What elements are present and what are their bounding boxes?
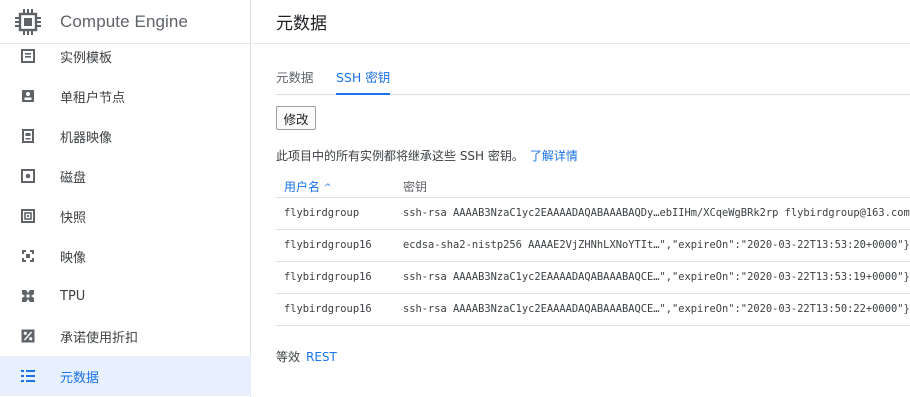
table-header: 用户名 ^ 密钥 xyxy=(276,174,910,198)
key-cell: ecdsa-sha2-nistp256 AAAAE2VjZHNhLXNoYTIt… xyxy=(403,239,910,251)
product-title: Compute Engine xyxy=(60,11,189,31)
percent-icon xyxy=(20,328,36,344)
sidebar-item-label: 承诺使用折扣 xyxy=(60,330,139,346)
metadata-list-icon xyxy=(20,368,36,384)
sidebar-item-metadata[interactable]: 元数据 xyxy=(0,356,251,396)
table-row: flybirdgroup16 ecdsa-sha2-nistp256 AAAAE… xyxy=(276,230,910,262)
edit-button[interactable]: 修改 xyxy=(276,106,316,130)
disk-icon xyxy=(20,168,36,184)
column-header-key: 密钥 xyxy=(403,180,428,194)
tab-bar: 元数据 SSH 密钥 xyxy=(276,62,910,95)
sidebar-item-sole-tenant-nodes[interactable]: 单租户节点 xyxy=(0,76,251,116)
key-cell: ssh-rsa AAAAB3NzaC1yc2EAAAADAQABAAABAQCE… xyxy=(403,303,910,315)
page-header: 元数据 xyxy=(252,0,910,44)
page-title: 元数据 xyxy=(276,14,327,34)
column-header-username[interactable]: 用户名 ^ xyxy=(284,178,332,195)
ssh-keys-table: 用户名 ^ 密钥 flybirdgroup ssh-rsa AAAAB3NzaC1… xyxy=(276,174,910,326)
instance-template-icon xyxy=(20,48,36,64)
description-text: 此项目中的所有实例都将继承这些 SSH 密钥。 xyxy=(276,149,524,163)
table-row: flybirdgroup16 ssh-rsa AAAAB3NzaC1yc2EAA… xyxy=(276,262,910,294)
sidebar-item-disks[interactable]: 磁盘 xyxy=(0,156,251,196)
sole-tenant-node-icon xyxy=(20,88,36,104)
username-cell: flybirdgroup16 xyxy=(284,271,372,283)
compute-engine-chip-icon xyxy=(12,6,44,38)
sidebar-item-images[interactable]: 映像 xyxy=(0,236,251,276)
key-cell: ssh-rsa AAAAB3NzaC1yc2EAAAADAQABAAABAQCE… xyxy=(403,271,910,283)
sidebar-item-label: 快照 xyxy=(60,210,87,226)
sidebar-item-snapshots[interactable]: 快照 xyxy=(0,196,251,236)
username-cell: flybirdgroup16 xyxy=(284,303,372,315)
sidebar-item-tpu[interactable]: TPU xyxy=(0,276,251,316)
learn-more-link[interactable]: 了解详情 xyxy=(530,149,578,163)
tpu-icon xyxy=(20,288,36,304)
tab-ssh-keys[interactable]: SSH 密钥 xyxy=(336,62,391,95)
sidebar-item-label: 元数据 xyxy=(60,370,100,386)
sort-ascending-icon: ^ xyxy=(324,183,332,193)
sidebar-item-instance-templates[interactable]: 实例模板 xyxy=(0,36,251,76)
sidebar-item-committed-use-discounts[interactable]: 承诺使用折扣 xyxy=(0,316,251,356)
table-row: flybirdgroup16 ssh-rsa AAAAB3NzaC1yc2EAA… xyxy=(276,294,910,326)
rest-link[interactable]: REST xyxy=(306,350,337,364)
equivalent-label: 等效 xyxy=(276,350,301,364)
username-cell: flybirdgroup xyxy=(284,207,360,219)
sidebar-item-label: TPU xyxy=(60,288,86,304)
table-row: flybirdgroup ssh-rsa AAAAB3NzaC1yc2EAAAA… xyxy=(276,198,910,230)
sidebar-item-machine-images[interactable]: 机器映像 xyxy=(0,116,251,156)
machine-image-icon xyxy=(20,128,36,144)
key-cell: ssh-rsa AAAAB3NzaC1yc2EAAAADAQABAAABAQDy… xyxy=(403,207,910,219)
sidebar-item-label: 机器映像 xyxy=(60,130,113,146)
username-cell: flybirdgroup16 xyxy=(284,239,372,251)
equivalent-rest: 等效 REST xyxy=(276,348,337,365)
image-icon xyxy=(20,248,36,264)
sidebar-item-label: 磁盘 xyxy=(60,170,87,186)
main-content: 元数据 元数据 SSH 密钥 修改 此项目中的所有实例都将继承这些 SSH 密钥… xyxy=(252,0,910,397)
description: 此项目中的所有实例都将继承这些 SSH 密钥。 了解详情 xyxy=(276,147,578,164)
sidebar-item-label: 单租户节点 xyxy=(60,90,126,106)
sidebar-item-label: 实例模板 xyxy=(60,50,113,66)
sidebar-item-label: 映像 xyxy=(60,250,87,266)
tab-metadata[interactable]: 元数据 xyxy=(276,62,314,95)
sidebar: Compute Engine 实例模板 单租户节点 机器映像 磁盘 快照 映像 … xyxy=(0,0,251,397)
snapshot-icon xyxy=(20,208,36,224)
